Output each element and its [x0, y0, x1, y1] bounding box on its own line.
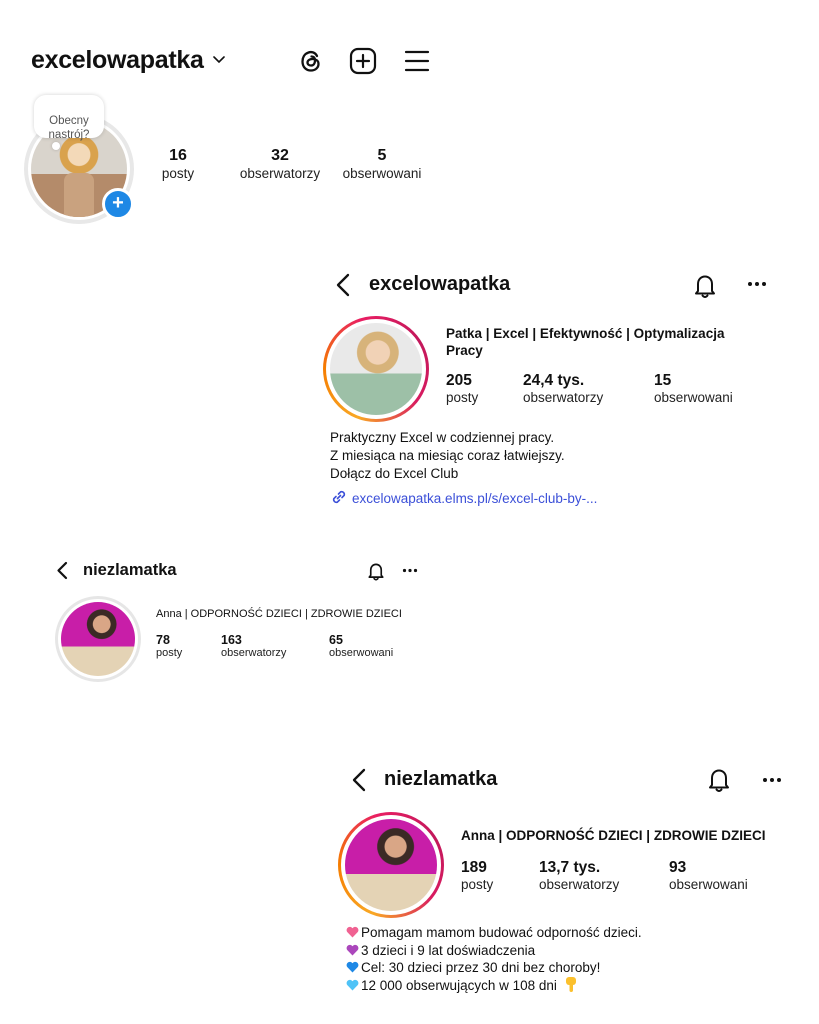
stat-value: 16 [169, 147, 187, 164]
stat-value: 78 [156, 633, 170, 647]
pointing-down-hand-icon [565, 976, 577, 992]
bio-text: 3 dzieci i 9 lat doświadczenia [361, 942, 536, 958]
back-icon[interactable] [56, 561, 68, 580]
bio-line: 3 dzieci i 9 lat doświadczenia [346, 942, 642, 960]
stat-value: 189 [461, 859, 487, 876]
page-title: niezlamatka [384, 768, 498, 790]
stat-followers[interactable]: 32 obserwatorzy [230, 147, 330, 181]
stat-label: posty [161, 166, 195, 181]
stat-label: posty [156, 647, 183, 659]
stat-value: 93 [669, 859, 687, 876]
stat-posts[interactable]: 16 posty [150, 147, 206, 181]
stat-value: 13,7 tys. [539, 859, 601, 876]
bio-text: 12 000 obserwujących w 108 dni [361, 977, 557, 993]
profile-name: Anna | ODPORNOŚĆ DZIECI | ZDROWIE DZIECI [156, 608, 402, 620]
more-options-icon[interactable] [762, 777, 782, 783]
stat-following[interactable]: 93 obserwowani [669, 859, 748, 892]
profile-avatar[interactable] [338, 812, 444, 918]
stat-value: 65 [329, 633, 343, 647]
stat-following[interactable]: 65 obserwowani [329, 633, 393, 659]
more-options-icon[interactable] [747, 281, 767, 287]
profile-name: Patka | Excel | Efektywność | Optymaliza… [446, 326, 725, 358]
profile-link-text: excelowapatka.elms.pl/s/excel-club-by-..… [352, 491, 598, 506]
bio-line: 12 000 obserwujących w 108 dni [346, 976, 642, 995]
avatar-photo [345, 819, 437, 911]
stat-value: 205 [446, 372, 472, 389]
bio-line: Pomagam mamom budować odporność dzieci. [346, 924, 642, 942]
profile-avatar[interactable] [323, 316, 429, 422]
chevron-down-icon [213, 56, 226, 64]
stat-label: posty [461, 877, 494, 892]
bio-line: Z miesiąca na miesiąc coraz łatwiejszy. [330, 448, 565, 463]
profile-link[interactable]: excelowapatka.elms.pl/s/excel-club-by-..… [330, 488, 597, 506]
stat-value: 163 [221, 633, 242, 647]
bio-text: Pomagam mamom budować odporność dzieci. [361, 925, 642, 940]
stat-posts[interactable]: 189 posty [461, 859, 493, 892]
stat-value: 24,4 tys. [523, 372, 585, 389]
bio: Praktyczny Excel w codziennej pracy. Z m… [330, 429, 565, 483]
stat-label: obserwowani [669, 877, 748, 892]
username: excelowapatka [31, 46, 204, 74]
threads-icon[interactable] [298, 48, 324, 74]
more-options-icon[interactable] [402, 568, 418, 573]
stat-posts[interactable]: 78 posty [156, 633, 182, 659]
mood-bubble-text: Obecny nastrój? [48, 115, 90, 141]
mood-bubble-dot [52, 142, 60, 150]
stat-followers[interactable]: 24,4 tys. obserwatorzy [523, 372, 603, 405]
stat-following[interactable]: 15 obserwowani [654, 372, 733, 405]
add-story-button[interactable]: + [102, 188, 134, 220]
avatar-photo [61, 602, 135, 676]
menu-icon[interactable] [404, 50, 430, 72]
stat-label: obserwatorzy [523, 390, 604, 405]
bell-icon[interactable] [707, 767, 731, 793]
bell-icon[interactable] [693, 273, 717, 299]
stat-value: 15 [654, 372, 672, 389]
profile-name: Anna | ODPORNOŚĆ DZIECI | ZDROWIE DZIECI [461, 828, 766, 843]
stat-value: 5 [377, 147, 387, 164]
stat-followers[interactable]: 13,7 tys. obserwatorzy [539, 859, 619, 892]
stat-posts[interactable]: 205 posty [446, 372, 478, 405]
stat-label: obserwowani [654, 390, 733, 405]
bio-line: Cel: 30 dzieci przez 30 dni bez choroby! [346, 959, 642, 977]
create-post-icon[interactable] [349, 47, 377, 75]
stat-label: obserwatorzy [239, 166, 321, 181]
page-title: niezlamatka [83, 561, 177, 579]
stat-label: obserwowani [342, 166, 422, 181]
bio-line: Praktyczny Excel w codziennej pracy. [330, 430, 555, 445]
stat-following[interactable]: 5 obserwowani [330, 147, 434, 181]
back-icon[interactable] [335, 273, 351, 297]
stat-label: obserwatorzy [539, 877, 620, 892]
stat-label: posty [446, 390, 479, 405]
stat-value: 32 [271, 147, 289, 164]
bio-text: Cel: 30 dzieci przez 30 dni bez choroby! [361, 960, 601, 975]
stat-label: obserwowani [329, 647, 394, 659]
plus-icon: + [112, 192, 124, 214]
purple-heart-icon [346, 944, 359, 956]
bio-line: Dołącz do Excel Club [330, 466, 459, 481]
username-switcher[interactable]: excelowapatka [31, 46, 226, 75]
blue-heart-icon [346, 961, 359, 973]
bell-icon[interactable] [367, 561, 385, 582]
stat-label: obserwatorzy [221, 647, 287, 659]
bio: Pomagam mamom budować odporność dzieci. … [346, 924, 642, 994]
stat-followers[interactable]: 163 obserwatorzy [221, 633, 286, 659]
page-title: excelowapatka [369, 273, 511, 295]
link-icon [330, 488, 348, 506]
profile-avatar[interactable] [55, 596, 141, 682]
mood-bubble[interactable]: Obecny nastrój? [34, 95, 104, 141]
light-blue-heart-icon [346, 979, 359, 991]
pink-heart-icon [346, 926, 359, 938]
avatar-photo [330, 323, 422, 415]
back-icon[interactable] [351, 768, 367, 792]
